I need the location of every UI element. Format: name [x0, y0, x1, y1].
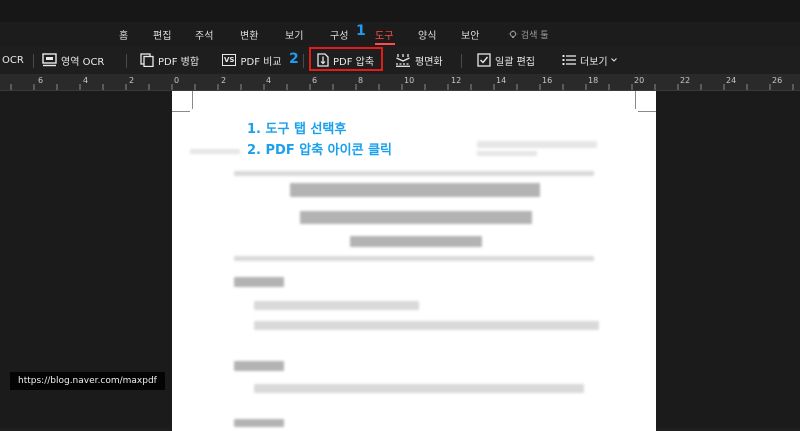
tab-home[interactable]: 홈 [119, 27, 128, 42]
pdf-compare-label: PDF 비교 [240, 56, 282, 68]
blog-url-watermark: https://blog.naver.com/maxpdf [10, 372, 165, 390]
area-ocr-label: 영역 OCR [61, 56, 105, 68]
pdf-page[interactable]: 1. 도구 탭 선택후 2. PDF 압축 아이콘 클릭 [172, 91, 656, 431]
blurred-rule [234, 171, 594, 176]
toolbar-divider [33, 54, 34, 68]
tools-toolbar: OCR 영역 OCR PDF 병합 VS PDF 비교 2 PDF 압축 평면화… [0, 46, 800, 74]
step-2-badge: 2 [289, 51, 299, 67]
instruction-step-2: 2. PDF 압축 아이콘 클릭 [247, 143, 393, 158]
list-icon [562, 55, 576, 65]
lightbulb-icon [508, 30, 518, 38]
flatten-label: 평면화 [415, 56, 443, 68]
blurred-heading [234, 361, 284, 371]
flatten-icon [396, 54, 410, 67]
tab-convert[interactable]: 변환 [240, 27, 258, 42]
batch-edit-button[interactable]: 일괄 편집 [477, 51, 535, 69]
blurred-line [254, 301, 419, 310]
blurred-heading [234, 419, 284, 427]
active-tab-indicator [375, 43, 395, 45]
area-ocr-button[interactable]: 영역 OCR [42, 51, 104, 69]
pdf-merge-label: PDF 병합 [158, 56, 200, 68]
blurred-title [290, 183, 540, 197]
more-label: 더보기 [580, 56, 608, 68]
chevron-down-icon [610, 58, 617, 62]
ruler-ticks [10, 84, 794, 90]
horizontal-ruler: 6 4 2 0 2 4 6 8 10 12 14 16 18 20 22 24 … [0, 74, 800, 91]
search-tools[interactable]: 검색 툴 [508, 28, 549, 41]
more-button[interactable]: 더보기 [562, 51, 622, 69]
blurred-title [300, 211, 532, 224]
area-ocr-icon [42, 53, 57, 67]
blurred-line [254, 384, 584, 393]
batch-edit-icon [477, 53, 491, 67]
ribbon-tabs: 홈 편집 주석 변환 보기 구성 1 도구 양식 보안 검색 툴 [0, 22, 800, 46]
blurred-subtitle [350, 236, 482, 247]
vs-icon: VS [222, 54, 237, 66]
tab-annotate[interactable]: 주석 [195, 27, 213, 42]
toolbar-divider [461, 54, 462, 68]
ocr-label: OCR [2, 54, 24, 66]
search-tools-label: 검색 툴 [520, 31, 549, 41]
toolbar-divider [303, 54, 304, 68]
tab-edit[interactable]: 편집 [153, 27, 171, 42]
tab-security[interactable]: 보안 [461, 27, 479, 42]
instruction-step-1: 1. 도구 탭 선택후 [247, 122, 347, 137]
tab-organize[interactable]: 구성 [330, 27, 348, 42]
blurred-text [477, 151, 537, 156]
blurred-line [254, 321, 599, 330]
toolbar-divider [126, 54, 127, 68]
tab-view[interactable]: 보기 [285, 27, 303, 42]
tab-forms[interactable]: 양식 [418, 27, 436, 42]
flatten-button[interactable]: 평면화 [395, 51, 443, 69]
crop-mark [638, 111, 656, 112]
title-bar [0, 0, 800, 22]
merge-icon [140, 53, 154, 67]
tab-tools[interactable]: 도구 [375, 27, 393, 42]
crop-mark [635, 91, 636, 109]
step-1-badge: 1 [356, 23, 366, 39]
crop-mark [172, 111, 190, 112]
crop-mark [192, 91, 193, 109]
pdf-merge-button[interactable]: PDF 병합 [140, 51, 199, 69]
batch-edit-label: 일괄 편집 [495, 56, 535, 68]
blurred-text [190, 149, 240, 154]
blurred-rule [234, 256, 594, 261]
compress-highlight-box [309, 47, 383, 71]
pdf-compare-button[interactable]: VS PDF 비교 [222, 51, 282, 69]
blurred-text [477, 141, 597, 148]
blurred-heading [234, 277, 284, 287]
ocr-button[interactable]: OCR [2, 51, 24, 69]
